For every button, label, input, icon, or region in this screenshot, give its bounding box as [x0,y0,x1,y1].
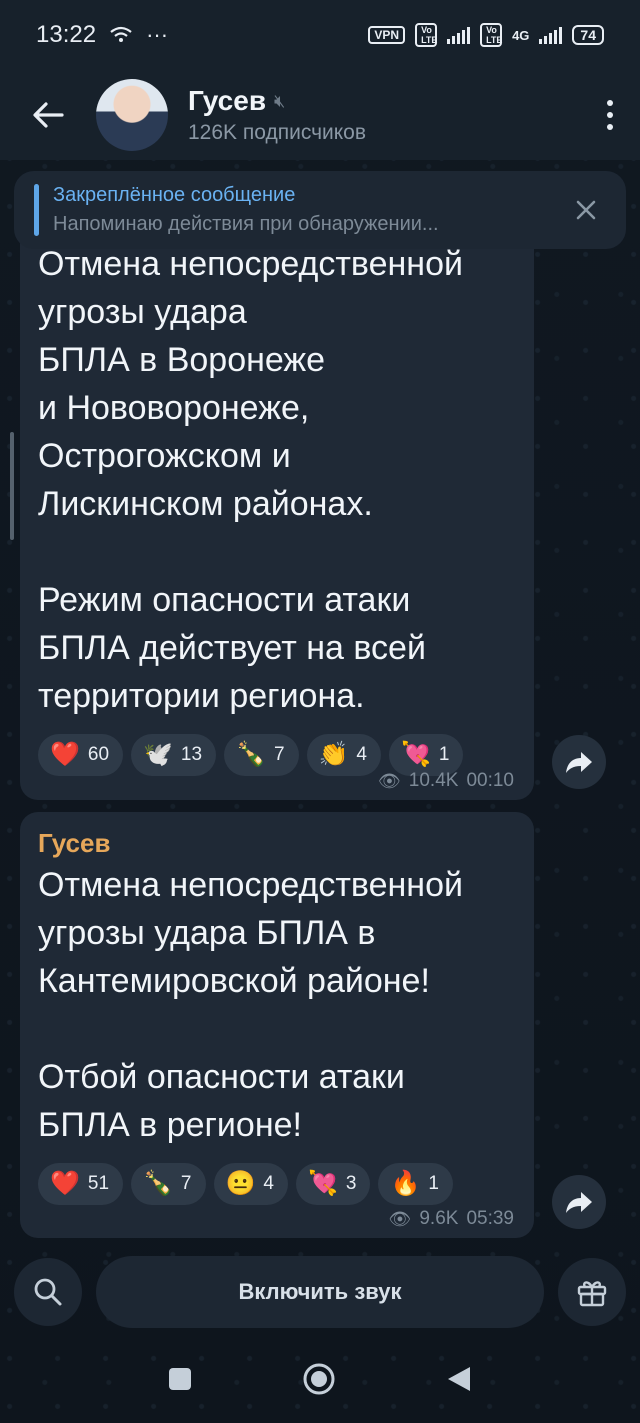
close-pinned-button[interactable] [566,190,606,230]
wifi-icon [110,26,132,42]
volte-badge-2: Vo LTE [480,23,502,47]
message-bubble[interactable]: Отмена непосредственной угрозы удара БПЛ… [20,210,534,800]
triangle-back-icon [448,1367,470,1391]
champagne-icon: 🍾 [143,1170,173,1197]
bottom-bar: Включить звук [0,1250,640,1334]
reaction-fire[interactable]: 🔥 1 [378,1163,453,1205]
search-icon [34,1278,62,1306]
reaction-neutral-face[interactable]: 😐 4 [213,1163,288,1205]
dove-icon: 🕊️ [143,741,173,768]
reaction-clap[interactable]: 👏 4 [306,734,381,776]
champagne-icon: 🍾 [236,741,266,768]
gift-icon [577,1281,607,1307]
back-button[interactable] [0,70,96,160]
nav-back-button[interactable] [446,1365,472,1398]
pinned-message-bar[interactable]: Закреплённое сообщение Напоминаю действи… [14,171,626,249]
home-button[interactable] [302,1362,336,1401]
message-time: 00:10 [466,770,514,791]
channel-info[interactable]: Гусев 🔇︎ 126K подписчиков [188,85,580,145]
status-time: 13:22 [36,21,97,48]
search-button[interactable] [14,1258,82,1326]
system-nav-bar [0,1340,640,1423]
close-icon [576,200,596,220]
menu-dot [607,124,613,130]
pinned-indicator [34,184,39,236]
reaction-champagne[interactable]: 🍾 7 [224,734,299,776]
reaction-count: 1 [438,744,450,765]
reaction-heart[interactable]: ❤️ 51 [38,1163,124,1205]
heart-icon: ❤️ [50,741,80,768]
menu-dot [607,112,613,118]
reaction-count: 4 [356,744,367,765]
reaction-heart[interactable]: ❤️ 60 [38,734,124,776]
reaction-champagne[interactable]: 🍾 7 [131,1163,206,1205]
pinned-body: Напоминаю действия при обнаружении... [53,213,439,235]
arrow-left-icon [33,102,64,128]
home-circle-icon [303,1363,335,1395]
share-icon [566,1192,592,1213]
clap-icon: 👏 [318,741,349,768]
network-type: 4G [512,27,530,43]
muted-icon: 🔇︎ [274,90,286,111]
message-text: Отмена непосредственной угрозы удара БПЛ… [38,245,463,715]
neutral-face-icon: 😐 [225,1170,256,1197]
battery-indicator: 74 [572,25,604,45]
share-icon [566,752,592,773]
reaction-heart-arrow[interactable]: 💘 3 [295,1163,371,1205]
channel-avatar[interactable] [96,79,168,151]
unmute-button[interactable]: Включить звук [96,1256,544,1328]
view-count: 9.6K [419,1208,459,1229]
reactions-row: ❤️ 51 🍾 7 😐 4 💘 3 🔥 1 [38,1163,516,1205]
more-menu-button[interactable] [580,70,640,160]
recents-button[interactable] [168,1367,192,1396]
subscriber-count: 126K подписчиков [188,121,367,144]
views-icon: 👁︎ [388,1208,412,1229]
reaction-count: 7 [180,1173,192,1194]
more-vertical-icon [607,100,613,106]
heart-arrow-icon: 💘 [307,1170,338,1197]
signal-icon-2 [539,26,563,44]
more-notifications-icon: ··· [146,22,169,47]
heart-icon: ❤️ [50,1170,80,1197]
reaction-dove[interactable]: 🕊️ 13 [131,734,217,776]
gift-button[interactable] [558,1258,626,1326]
message-meta: 👁︎ 9.6K 05:39 [389,1208,515,1230]
message-text: Отмена непосредственной угрозы удара БПЛ… [38,866,463,1144]
fire-icon: 🔥 [390,1170,421,1197]
status-bar: 13:22 ··· VPN Vo LTE Vo LTE 4G 74 [0,0,640,70]
heart-arrow-icon: 💘 [401,741,431,768]
reaction-count: 1 [428,1173,439,1194]
message-bubble[interactable]: Гусев Отмена непосредственной угрозы уда… [20,812,534,1238]
share-button[interactable] [552,735,606,789]
views-icon: 👁︎ [377,770,401,791]
view-count: 10.4K [408,770,459,791]
channel-title: Гусев [188,85,267,116]
volte-badge-1: Vo LTE [415,23,437,47]
scroll-indicator[interactable] [10,432,14,540]
reaction-count: 7 [273,744,285,765]
reaction-count: 51 [87,1173,110,1194]
reaction-count: 13 [180,744,203,765]
reaction-count: 4 [263,1173,274,1194]
message-time: 05:39 [466,1208,514,1229]
reaction-count: 60 [87,744,110,765]
vpn-badge: VPN [368,26,406,44]
message-meta: 👁︎ 10.4K 00:10 [378,770,514,792]
pinned-title: Закреплённое сообщение [53,184,296,206]
chat-header: Гусев 🔇︎ 126K подписчиков [0,70,640,160]
share-button[interactable] [552,1175,606,1229]
message-author: Гусев [38,828,111,858]
signal-icon-1 [447,26,471,44]
reaction-count: 3 [345,1173,357,1194]
square-icon [169,1368,191,1390]
